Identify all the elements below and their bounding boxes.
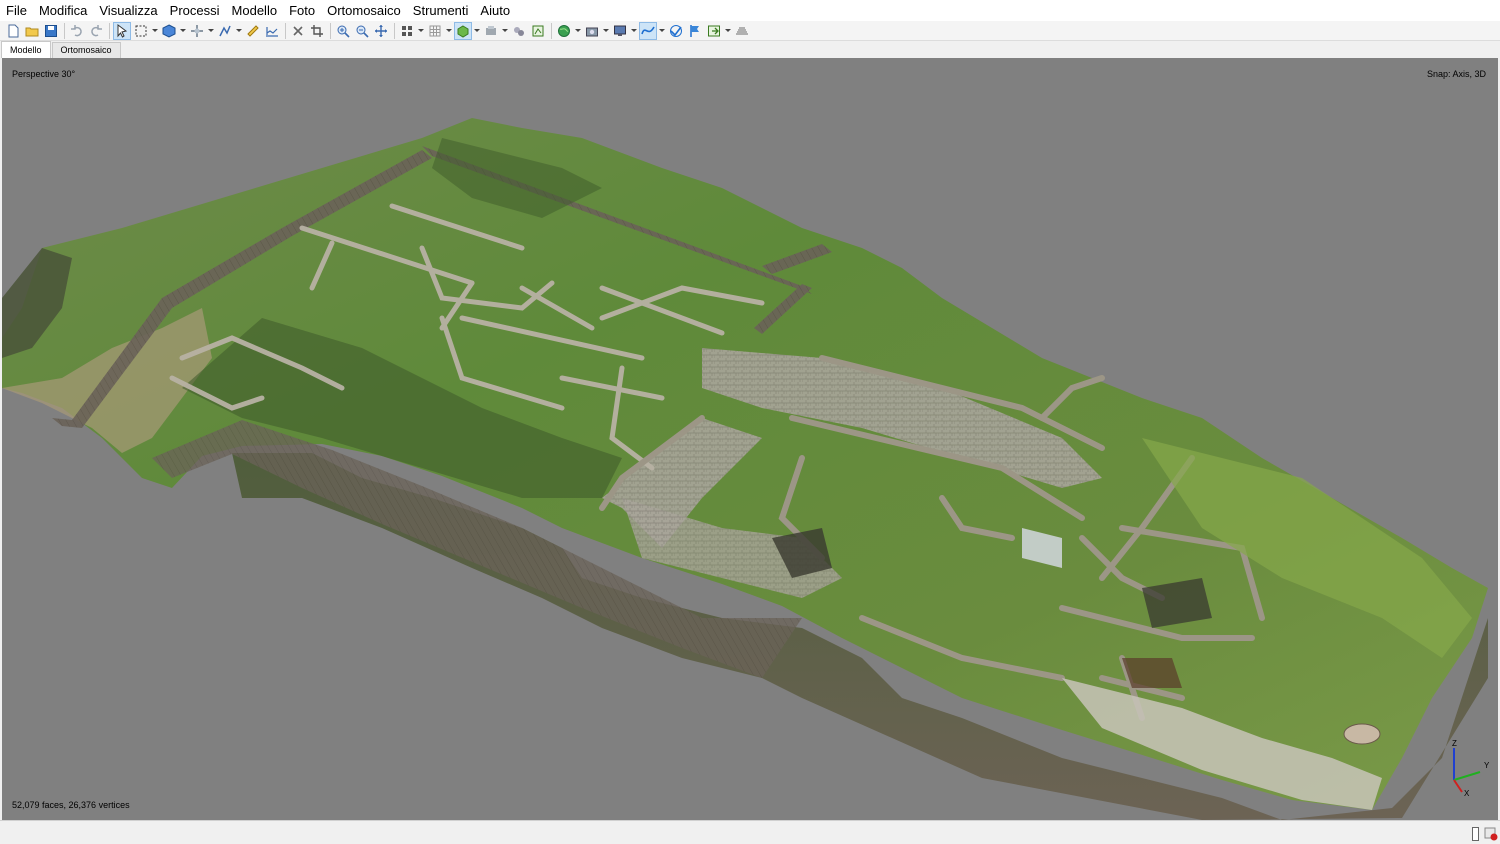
model-view-icon[interactable] <box>160 22 178 40</box>
new-icon[interactable] <box>4 22 22 40</box>
draw-polyline-icon[interactable] <box>216 22 234 40</box>
toolbar <box>0 21 1500 41</box>
scroll-indicator-icon <box>1472 827 1479 841</box>
delete-selection-icon[interactable] <box>289 22 307 40</box>
undo-icon[interactable] <box>68 22 86 40</box>
globe-icon[interactable] <box>555 22 573 40</box>
open-icon[interactable] <box>23 22 41 40</box>
toolbar-separator <box>109 22 110 39</box>
toolbar-separator <box>551 22 552 39</box>
toolbar-separator <box>64 22 65 39</box>
ruler-icon[interactable] <box>244 22 262 40</box>
flag-icon[interactable] <box>686 22 704 40</box>
rectangle-selection-icon[interactable] <box>132 22 150 40</box>
mesh-stats-label: 52,079 faces, 26,376 vertices <box>12 800 130 810</box>
grid-dropdown[interactable] <box>445 22 452 40</box>
menu-processi[interactable]: Processi <box>164 0 226 21</box>
x-axis-line <box>1453 779 1463 793</box>
x-axis-label: X <box>1464 789 1470 798</box>
capture-view-icon[interactable] <box>583 22 601 40</box>
curve-icon[interactable] <box>639 21 657 40</box>
toolbar-separator <box>394 22 395 39</box>
snap-label: Snap: Axis, 3D <box>1426 69 1486 79</box>
reset-view-icon[interactable] <box>372 22 390 40</box>
model-textured-icon[interactable] <box>454 21 472 40</box>
screen-dropdown[interactable] <box>630 22 637 40</box>
view-tabs: Modello Ortomosaico <box>0 41 1500 58</box>
menu-aiuto[interactable]: Aiuto <box>474 0 516 21</box>
z-axis-label: Z <box>1452 739 1457 748</box>
y-axis-line <box>1453 771 1481 781</box>
menu-visualizza[interactable]: Visualizza <box>93 0 163 21</box>
model-view-dropdown[interactable] <box>179 22 186 40</box>
menu-file[interactable]: File <box>0 0 33 21</box>
show-markers-icon[interactable] <box>510 22 528 40</box>
redo-icon[interactable] <box>87 22 105 40</box>
status-alert-icon[interactable] <box>1484 827 1498 841</box>
tab-modello[interactable]: Modello <box>1 41 51 58</box>
crop-selection-icon[interactable] <box>308 22 326 40</box>
model-textured-dropdown[interactable] <box>473 22 480 40</box>
export-dropdown[interactable] <box>724 22 731 40</box>
measure-profile-icon[interactable] <box>263 22 281 40</box>
cameras-dropdown[interactable] <box>417 22 424 40</box>
toolbar-separator <box>330 22 331 39</box>
projection-label: Perspective 30° <box>12 69 76 79</box>
zoom-out-icon[interactable] <box>353 22 371 40</box>
menu-bar: File Modifica Visualizza Processi Modell… <box>0 0 1500 21</box>
transform-object-icon[interactable] <box>188 22 206 40</box>
export-icon[interactable] <box>705 22 723 40</box>
curve-dropdown[interactable] <box>658 22 665 40</box>
show-cameras-icon[interactable] <box>398 22 416 40</box>
menu-modifica[interactable]: Modifica <box>33 0 93 21</box>
selection-dropdown[interactable] <box>151 22 158 40</box>
transform-dropdown[interactable] <box>207 22 214 40</box>
menu-modello[interactable]: Modello <box>226 0 284 21</box>
show-grid-icon[interactable] <box>426 22 444 40</box>
dense-cloud-icon[interactable] <box>482 22 500 40</box>
navigation-icon[interactable] <box>113 21 131 40</box>
dense-cloud-dropdown[interactable] <box>501 22 508 40</box>
capture-dropdown[interactable] <box>602 22 609 40</box>
menu-strumenti[interactable]: Strumenti <box>407 0 475 21</box>
show-shapes-icon[interactable] <box>529 22 547 40</box>
toolbar-separator <box>285 22 286 39</box>
status-bar <box>0 820 1500 844</box>
globe-dropdown[interactable] <box>574 22 581 40</box>
screen-icon[interactable] <box>611 22 629 40</box>
menu-foto[interactable]: Foto <box>283 0 321 21</box>
menu-ortomosaico[interactable]: Ortomosaico <box>321 0 407 21</box>
zoom-in-icon[interactable] <box>334 22 352 40</box>
model-viewport[interactable]: Perspective 30° Snap: Axis, 3D 52,079 fa… <box>2 58 1498 820</box>
heal-icon[interactable] <box>667 22 685 40</box>
tab-ortomosaico[interactable]: Ortomosaico <box>51 42 121 58</box>
stack-icon[interactable] <box>733 22 751 40</box>
y-axis-label: Y <box>1484 761 1490 770</box>
save-icon[interactable] <box>42 22 60 40</box>
draw-dropdown[interactable] <box>235 22 242 40</box>
textured-mesh-render <box>2 118 1488 820</box>
axis-gizmo: Z Y X <box>1452 739 1490 798</box>
